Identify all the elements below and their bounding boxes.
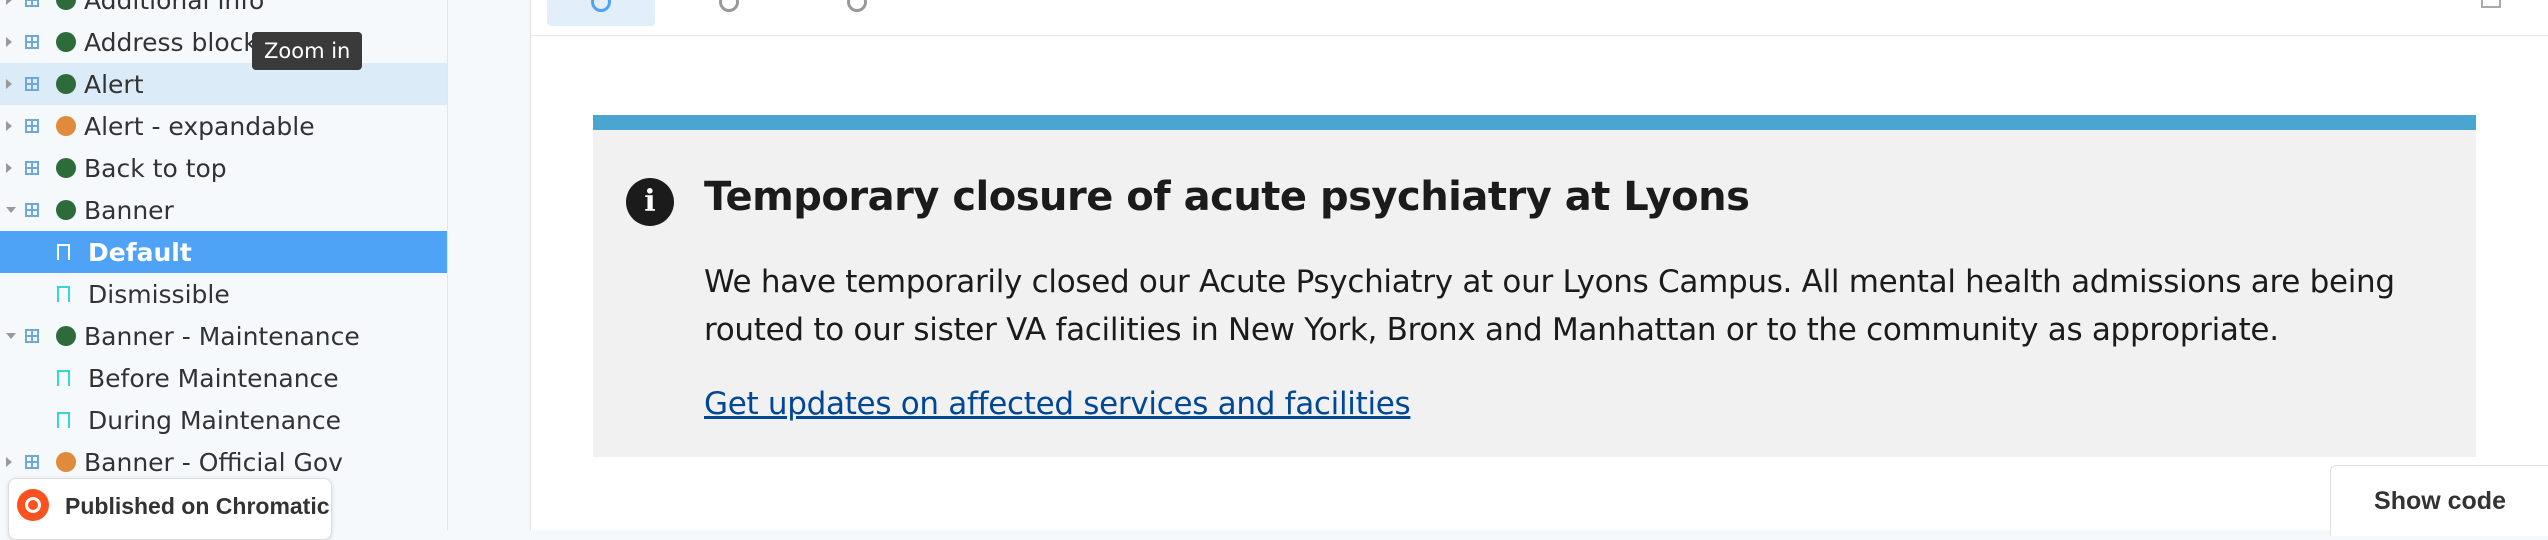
sidebar-item-address-block[interactable]: Address block [0,21,447,63]
bookmark-icon [57,286,70,307]
published-on-chromatic-badge[interactable]: Published on Chromatic [8,478,332,540]
show-code-button[interactable]: Show code [2330,465,2548,536]
sidebar-story-dismissible[interactable]: Dismissible [0,273,447,315]
chevron-right-icon [6,163,12,173]
component-icon [25,203,39,217]
alert-body: We have temporarily closed our Acute Psy… [704,264,2395,348]
sidebar-item-back-to-top[interactable]: Back to top [0,147,447,189]
info-icon: i [626,178,674,226]
sidebar: Additional info Address block Alert Alert -… [0,0,448,530]
sidebar-item-label: Alert - expandable [84,111,315,141]
chevron-right-icon [6,37,12,47]
zoom-out-button[interactable] [715,0,753,26]
sidebar-story-before-maintenance[interactable]: Before Maintenance [0,357,447,399]
preview-toolbar [531,0,2548,36]
zoom-reset-icon [847,0,867,12]
sidebar-item-banner-maintenance[interactable]: Banner - Maintenance [0,315,447,357]
zoom-in-button[interactable] [547,0,655,26]
sidebar-item-label: Address block [84,27,258,57]
status-dot-icon [56,74,76,94]
chevron-down-icon [6,207,16,213]
bookmark-icon [57,412,70,433]
sidebar-story-label: Default [88,237,192,267]
chromatic-logo-icon [17,489,49,521]
bookmark-icon [57,370,70,391]
sidebar-item-alert-expandable[interactable]: Alert - expandable [0,105,447,147]
status-dot-icon [56,0,76,10]
component-icon [25,77,39,91]
sidebar-item-label: Banner - Official Gov [84,447,343,477]
status-dot-icon [56,32,76,52]
chevron-right-icon [6,121,12,131]
component-icon [25,161,39,175]
sidebar-item-label: Additional info [84,0,265,15]
zoom-out-icon [719,0,739,12]
component-icon [25,35,39,49]
sidebar-story-during-maintenance[interactable]: During Maintenance [0,399,447,441]
status-dot-icon [56,158,76,178]
sidebar-story-label: Dismissible [88,279,230,309]
story-preview: i Temporary closure of acute psychiatry … [530,0,2548,536]
fullscreen-icon[interactable] [2481,0,2501,8]
sidebar-item-label: Banner [84,195,174,225]
status-dot-icon [56,326,76,346]
zoom-reset-button[interactable] [843,0,881,26]
sidebar-item-banner[interactable]: Banner [0,189,447,231]
sidebar-story-default[interactable]: Default [0,231,447,273]
chevron-right-icon [6,0,12,5]
chevron-down-icon [6,333,16,339]
sidebar-story-label: Before Maintenance [88,363,339,393]
status-dot-icon [56,452,76,472]
sidebar-item-label: Back to top [84,153,227,183]
zoom-in-tooltip: Zoom in [252,32,363,70]
alert-link[interactable]: Get updates on affected services and fac… [704,386,1411,422]
chevron-right-icon [6,457,12,467]
zoom-in-icon [591,0,611,12]
status-dot-icon [56,116,76,136]
component-icon [25,0,39,7]
sidebar-story-label: During Maintenance [88,405,341,435]
sidebar-item-banner-official-gov[interactable]: Banner - Official Gov [0,441,447,483]
bookmark-icon [57,244,70,265]
component-icon [25,329,39,343]
component-icon [25,119,39,133]
sidebar-item-alert[interactable]: Alert [0,63,447,105]
sidebar-item-label: Alert [84,69,144,99]
sidebar-item-label: Banner - Maintenance [84,321,360,351]
component-icon [25,455,39,469]
chevron-right-icon [6,79,12,89]
badge-label: Published on Chromatic [65,493,330,519]
status-dot-icon [56,200,76,220]
alert-title: Temporary closure of acute psychiatry at… [704,174,1750,220]
alert-banner: i Temporary closure of acute psychiatry … [593,115,2476,457]
sidebar-item-additional-info[interactable]: Additional info [0,0,447,21]
